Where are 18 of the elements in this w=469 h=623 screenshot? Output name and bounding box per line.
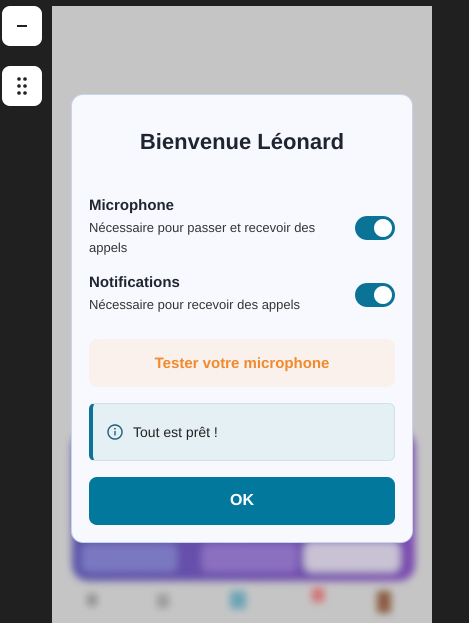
dialog-title: Bienvenue Léonard (138, 129, 346, 155)
toggle-switch[interactable] (355, 282, 395, 306)
permission-description: Nécessaire pour passer et recevoir des appels (89, 219, 316, 257)
toggle-switch[interactable] (355, 216, 395, 240)
permission-description: Nécessaire pour recevoir des appels (89, 296, 301, 314)
blurred-icon (87, 594, 97, 606)
drag-handle-button[interactable] (2, 66, 42, 106)
permission-name: Notifications (89, 274, 181, 291)
blurred-icon (230, 591, 246, 609)
minimize-button[interactable] (2, 6, 42, 46)
info-icon (107, 424, 123, 440)
permission-name: Microphone (89, 197, 175, 214)
blurred-icon (377, 591, 391, 613)
dots-grid-icon (17, 77, 27, 95)
notice-text: Tout est prêt ! (133, 424, 218, 440)
blurred-icon (157, 594, 169, 608)
blurred-icon (312, 588, 324, 602)
ok-button[interactable]: OK (89, 477, 395, 525)
